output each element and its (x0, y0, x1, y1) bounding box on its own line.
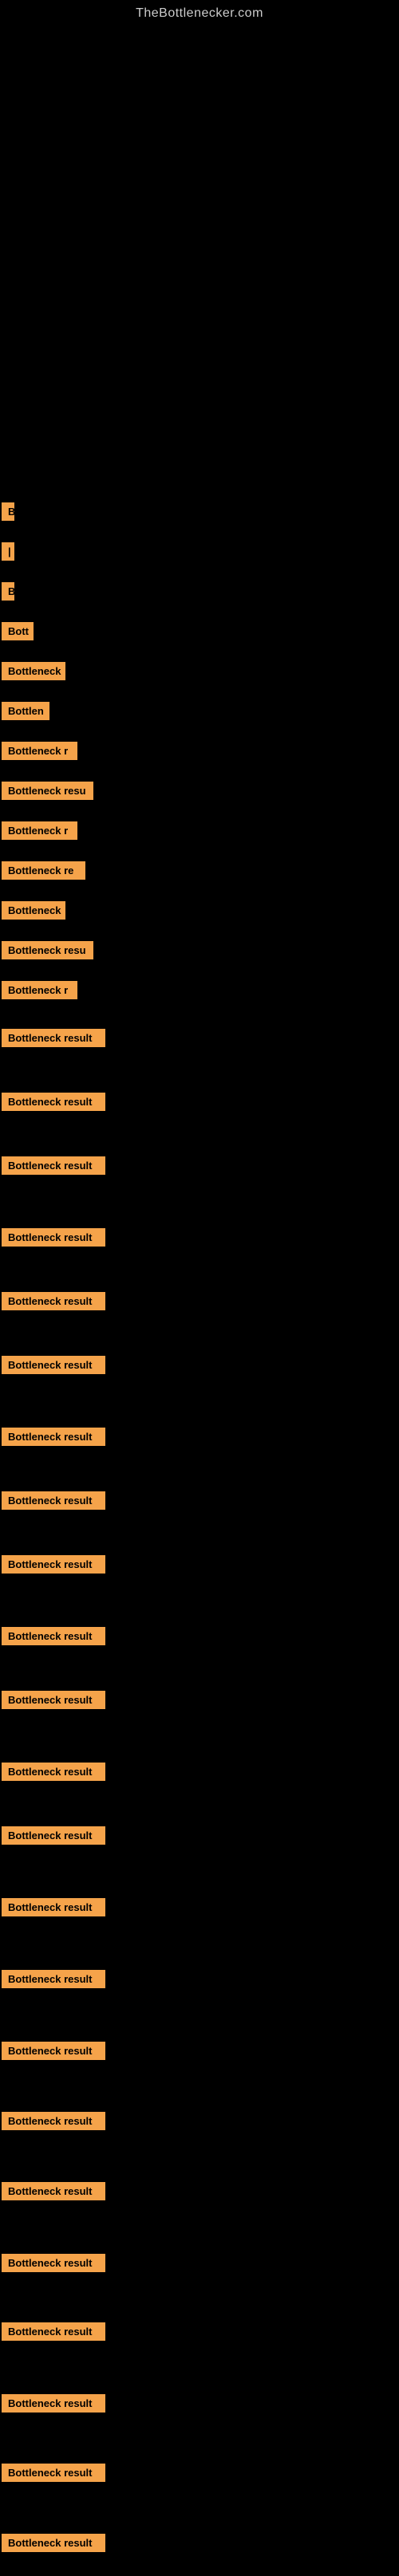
bottleneck-item-2[interactable]: | (2, 542, 14, 561)
bottleneck-item-14[interactable]: Bottleneck result (2, 1029, 105, 1047)
bottleneck-item-20[interactable]: Bottleneck result (2, 1428, 105, 1446)
bottleneck-item-31[interactable]: Bottleneck result (2, 2182, 105, 2200)
bottleneck-item-23[interactable]: Bottleneck result (2, 1627, 105, 1645)
bottleneck-item-11[interactable]: Bottleneck (2, 901, 65, 920)
bottleneck-item-30[interactable]: Bottleneck result (2, 2112, 105, 2130)
site-title: TheBottlenecker.com (0, 0, 399, 24)
bottleneck-item-32[interactable]: Bottleneck result (2, 2254, 105, 2272)
bottleneck-item-24[interactable]: Bottleneck result (2, 1691, 105, 1709)
bottleneck-item-34[interactable]: Bottleneck result (2, 2394, 105, 2413)
bottleneck-item-21[interactable]: Bottleneck result (2, 1491, 105, 1510)
bottleneck-item-33[interactable]: Bottleneck result (2, 2322, 105, 2341)
bottleneck-item-9[interactable]: Bottleneck r (2, 821, 77, 840)
bottleneck-item-13[interactable]: Bottleneck r (2, 981, 77, 999)
bottleneck-item-27[interactable]: Bottleneck result (2, 1898, 105, 1916)
bottleneck-item-35[interactable]: Bottleneck result (2, 2464, 105, 2482)
bottleneck-item-7[interactable]: Bottleneck r (2, 742, 77, 760)
bottleneck-item-17[interactable]: Bottleneck result (2, 1228, 105, 1247)
bottleneck-item-18[interactable]: Bottleneck result (2, 1292, 105, 1310)
bottleneck-item-15[interactable]: Bottleneck result (2, 1093, 105, 1111)
bottleneck-item-28[interactable]: Bottleneck result (2, 1970, 105, 1988)
bottleneck-item-6[interactable]: Bottlen (2, 702, 49, 720)
bottleneck-item-26[interactable]: Bottleneck result (2, 1826, 105, 1845)
bottleneck-item-12[interactable]: Bottleneck resu (2, 941, 93, 959)
bottleneck-item-1[interactable]: B (2, 502, 14, 521)
bottleneck-item-5[interactable]: Bottleneck (2, 662, 65, 680)
bottleneck-item-3[interactable]: B (2, 582, 14, 601)
bottleneck-item-29[interactable]: Bottleneck result (2, 2042, 105, 2060)
bottleneck-item-10[interactable]: Bottleneck re (2, 861, 85, 880)
bottleneck-item-22[interactable]: Bottleneck result (2, 1555, 105, 1574)
bottleneck-item-36[interactable]: Bottleneck result (2, 2534, 105, 2552)
bottleneck-item-19[interactable]: Bottleneck result (2, 1356, 105, 1374)
bottleneck-item-25[interactable]: Bottleneck result (2, 1763, 105, 1781)
bottleneck-item-4[interactable]: Bott (2, 622, 34, 640)
bottleneck-item-8[interactable]: Bottleneck resu (2, 782, 93, 800)
bottleneck-item-16[interactable]: Bottleneck result (2, 1156, 105, 1175)
